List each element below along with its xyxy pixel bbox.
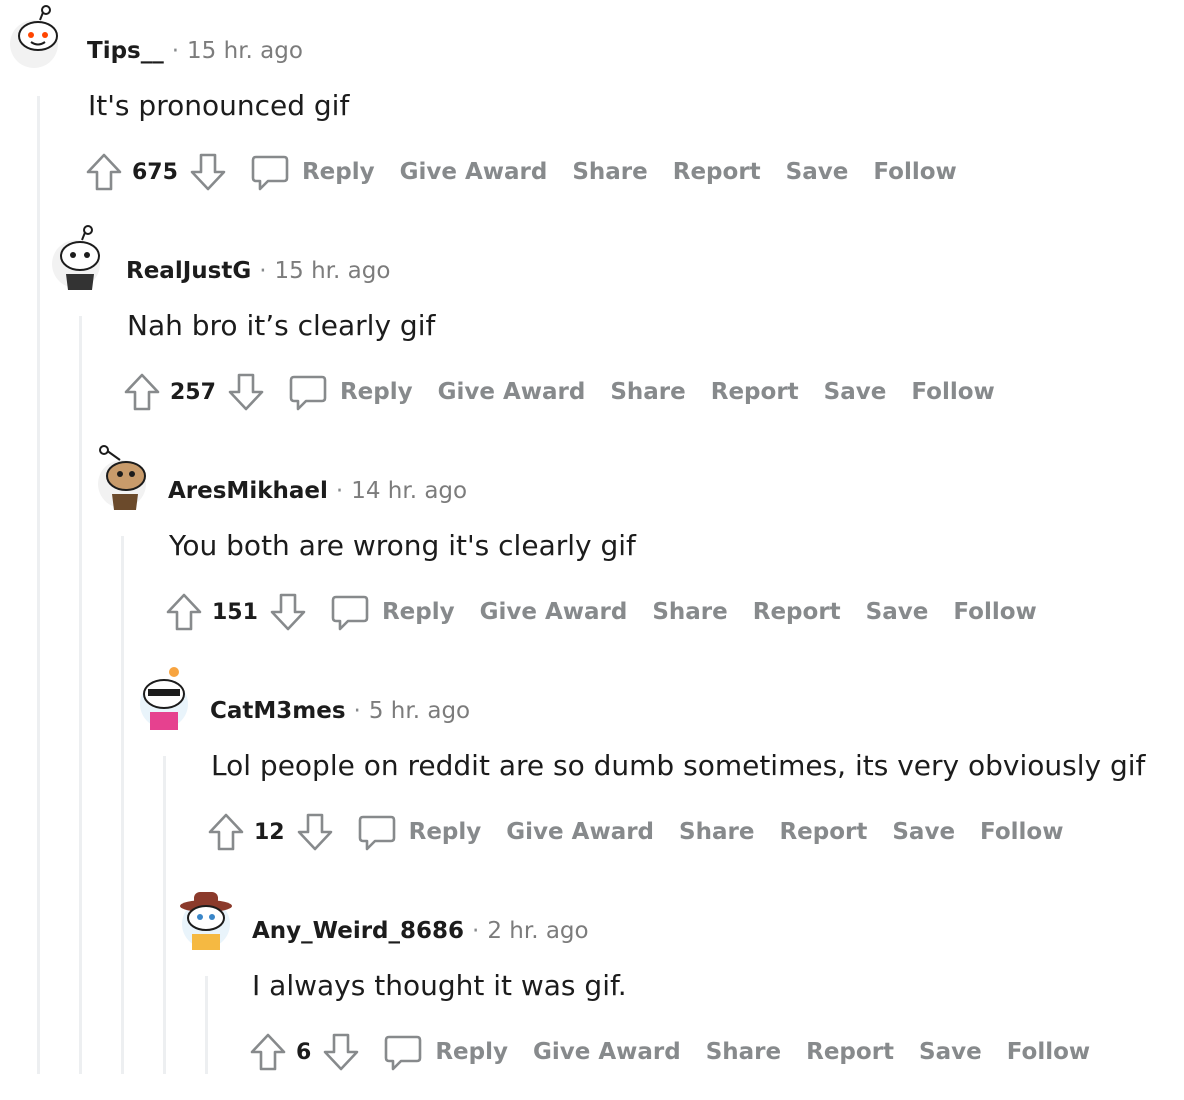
meta-separator: · [353, 698, 361, 724]
comment-text: I always thought it was gif. [252, 969, 627, 1002]
follow-button[interactable]: Follow [953, 599, 1036, 625]
timestamp[interactable]: 5 hr. ago [369, 698, 470, 724]
comment-text: You both are wrong it's clearly gif [169, 529, 636, 562]
comment-bubble-icon[interactable] [288, 370, 328, 414]
upvote-arrow-icon[interactable] [248, 1030, 288, 1074]
give-award-button[interactable]: Give Award [533, 1039, 681, 1065]
comment-meta: AresMikhael · 14 hr. ago [168, 478, 467, 504]
comment: CatM3mes · 5 hr. ago Lol people on reddit … [0, 660, 1184, 880]
follow-button[interactable]: Follow [1007, 1039, 1090, 1065]
snoo-avatar-icon [52, 225, 100, 290]
upvote-arrow-icon[interactable] [206, 810, 246, 854]
vote-score: 12 [254, 819, 285, 845]
comment-meta: Tips__ · 15 hr. ago [87, 38, 303, 64]
save-button[interactable]: Save [866, 599, 929, 625]
username-link[interactable]: Any_Weird_8686 [252, 918, 464, 944]
share-button[interactable]: Share [652, 599, 727, 625]
reply-button[interactable]: Reply [409, 819, 482, 845]
comment-actions: 151 Reply Give Award Share Report Save F… [164, 590, 1062, 634]
share-button[interactable]: Share [572, 159, 647, 185]
user-avatar[interactable] [136, 664, 192, 730]
upvote-arrow-icon[interactable] [84, 150, 124, 194]
downvote-arrow-icon[interactable] [188, 150, 228, 194]
report-button[interactable]: Report [673, 159, 761, 185]
timestamp[interactable]: 14 hr. ago [351, 478, 467, 504]
snoo-avatar-icon [140, 667, 188, 730]
downvote-arrow-icon[interactable] [268, 590, 308, 634]
comment-bubble-icon[interactable] [330, 590, 370, 634]
user-avatar[interactable] [178, 884, 234, 950]
downvote-arrow-icon[interactable] [226, 370, 266, 414]
report-button[interactable]: Report [779, 819, 867, 845]
downvote-arrow-icon[interactable] [321, 1030, 361, 1074]
comment: RealJustG · 15 hr. ago Nah bro it’s clearl… [0, 220, 1184, 440]
reply-button[interactable]: Reply [340, 379, 413, 405]
comment-meta: Any_Weird_8686 · 2 hr. ago [252, 918, 589, 944]
comment-meta: CatM3mes · 5 hr. ago [210, 698, 470, 724]
follow-button[interactable]: Follow [911, 379, 994, 405]
username-link[interactable]: Tips__ [87, 38, 164, 64]
comment-text: It's pronounced gif [88, 89, 350, 122]
meta-separator: · [335, 478, 344, 504]
give-award-button[interactable]: Give Award [438, 379, 586, 405]
vote-score: 6 [296, 1039, 312, 1065]
give-award-button[interactable]: Give Award [400, 159, 548, 185]
comment-bubble-icon[interactable] [383, 1030, 423, 1074]
meta-separator: · [171, 38, 180, 64]
save-button[interactable]: Save [824, 379, 887, 405]
follow-button[interactable]: Follow [873, 159, 956, 185]
save-button[interactable]: Save [919, 1039, 982, 1065]
give-award-button[interactable]: Give Award [506, 819, 654, 845]
comment-text: Lol people on reddit are so dumb sometim… [211, 749, 1146, 782]
timestamp[interactable]: 15 hr. ago [275, 258, 391, 284]
timestamp[interactable]: 2 hr. ago [487, 918, 588, 944]
user-avatar[interactable] [94, 444, 150, 510]
snoo-avatar-icon [98, 445, 146, 510]
save-button[interactable]: Save [892, 819, 955, 845]
comment-actions: 675 Reply Give Award Share Report Save F… [84, 150, 982, 194]
comment-meta: RealJustG · 15 hr. ago [126, 258, 390, 284]
snoo-avatar-icon [10, 5, 58, 68]
snoo-avatar-icon [180, 892, 232, 950]
user-avatar[interactable] [52, 224, 108, 290]
upvote-arrow-icon[interactable] [164, 590, 204, 634]
report-button[interactable]: Report [753, 599, 841, 625]
reply-button[interactable]: Reply [302, 159, 375, 185]
share-button[interactable]: Share [610, 379, 685, 405]
comment-text: Nah bro it’s clearly gif [127, 309, 436, 342]
username-link[interactable]: AresMikhael [168, 478, 328, 504]
comment-actions: 6 Reply Give Award Share Report Save Fol… [248, 1030, 1115, 1074]
comment-bubble-icon[interactable] [250, 150, 290, 194]
report-button[interactable]: Report [711, 379, 799, 405]
meta-separator: · [472, 918, 480, 944]
comment-bubble-icon[interactable] [357, 810, 397, 854]
report-button[interactable]: Report [806, 1039, 894, 1065]
vote-score: 151 [212, 599, 258, 625]
share-button[interactable]: Share [679, 819, 754, 845]
save-button[interactable]: Save [786, 159, 849, 185]
comment: Tips__ · 15 hr. ago It's pronounced gif 67… [0, 0, 1184, 220]
downvote-arrow-icon[interactable] [295, 810, 335, 854]
vote-score: 257 [170, 379, 216, 405]
comment: Any_Weird_8686 · 2 hr. ago I always though… [0, 880, 1184, 1100]
upvote-arrow-icon[interactable] [122, 370, 162, 414]
give-award-button[interactable]: Give Award [480, 599, 628, 625]
reply-button[interactable]: Reply [382, 599, 455, 625]
share-button[interactable]: Share [706, 1039, 781, 1065]
comment: AresMikhael · 14 hr. ago You both are wron… [0, 440, 1184, 660]
vote-score: 675 [132, 159, 178, 185]
meta-separator: · [259, 258, 267, 284]
comment-actions: 257 Reply Give Award Share Report Save F… [122, 370, 1020, 414]
username-link[interactable]: RealJustG [126, 258, 251, 284]
timestamp[interactable]: 15 hr. ago [187, 38, 303, 64]
username-link[interactable]: CatM3mes [210, 698, 346, 724]
follow-button[interactable]: Follow [980, 819, 1063, 845]
comment-actions: 12 Reply Give Award Share Report Save Fo… [206, 810, 1088, 854]
reply-button[interactable]: Reply [435, 1039, 508, 1065]
user-avatar[interactable] [10, 4, 66, 70]
